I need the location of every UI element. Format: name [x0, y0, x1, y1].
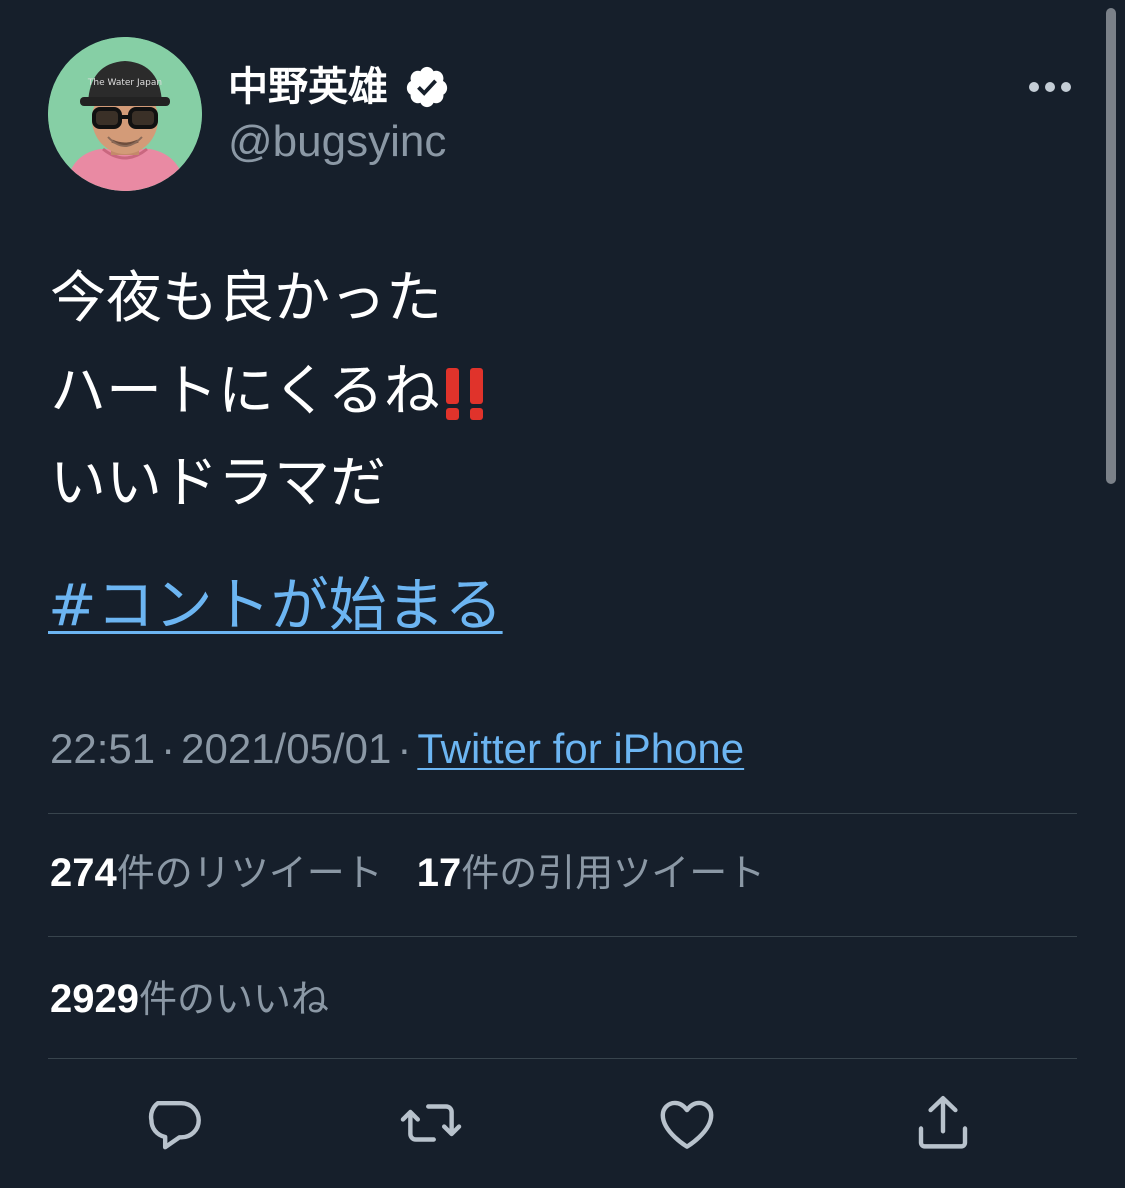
likes-label: 件のいいね	[138, 977, 329, 1021]
meta-separator: ·	[161, 725, 176, 772]
double-exclamation-emoji	[440, 356, 498, 428]
retweet-icon[interactable]	[398, 1090, 464, 1156]
quotes-count: 17	[416, 851, 462, 895]
retweets-label: 件のリツイート	[116, 851, 383, 895]
display-name[interactable]: 中野英雄	[228, 60, 388, 114]
tweet-time: 22:51	[50, 725, 156, 772]
likes-row: 2929件のいいね	[50, 974, 329, 1024]
hashtag-link[interactable]: #コントが始まる	[48, 568, 503, 642]
tweet-text-line-1: 今夜も良かった	[50, 266, 442, 331]
verified-badge-icon	[404, 64, 450, 110]
more-horizontal-icon[interactable]	[1024, 68, 1076, 106]
likes-stat[interactable]: 2929件のいいね	[50, 977, 329, 1021]
tweet-text-line-3: いいドラマだ	[50, 451, 386, 516]
tweet-detail-screen: The Water Japan 中野英雄 @bugsyinc 今夜も良かった ハ…	[0, 0, 1125, 1188]
share-icon[interactable]	[910, 1090, 976, 1156]
tweet-meta: 22:51 · 2021/05/01 · Twitter for iPhone	[50, 720, 744, 778]
cap-logo-text: The Water Japan	[87, 78, 162, 88]
avatar[interactable]: The Water Japan	[48, 37, 202, 191]
tweet-text-line-2: ハートにくるね	[50, 356, 498, 428]
tweet-text-line-2-text: ハートにくるね	[50, 359, 440, 424]
divider	[48, 936, 1077, 937]
quotes-stat[interactable]: 17件の引用ツイート	[417, 851, 766, 895]
meta-separator: ·	[397, 725, 412, 772]
tweet-source-link[interactable]: Twitter for iPhone	[417, 725, 744, 772]
likes-count: 2929	[50, 977, 139, 1021]
divider	[48, 1058, 1077, 1059]
engagement-row: 274件のリツイート 17件の引用ツイート	[50, 848, 765, 898]
divider	[48, 813, 1077, 814]
reply-icon[interactable]	[144, 1090, 210, 1156]
retweets-count: 274	[50, 851, 117, 895]
heart-icon[interactable]	[654, 1090, 720, 1156]
scrollbar[interactable]	[1106, 8, 1116, 484]
quotes-label: 件の引用ツイート	[461, 851, 766, 895]
user-handle[interactable]: @bugsyinc	[228, 116, 446, 168]
retweets-stat[interactable]: 274件のリツイート	[50, 851, 383, 895]
tweet-date: 2021/05/01	[181, 725, 392, 772]
